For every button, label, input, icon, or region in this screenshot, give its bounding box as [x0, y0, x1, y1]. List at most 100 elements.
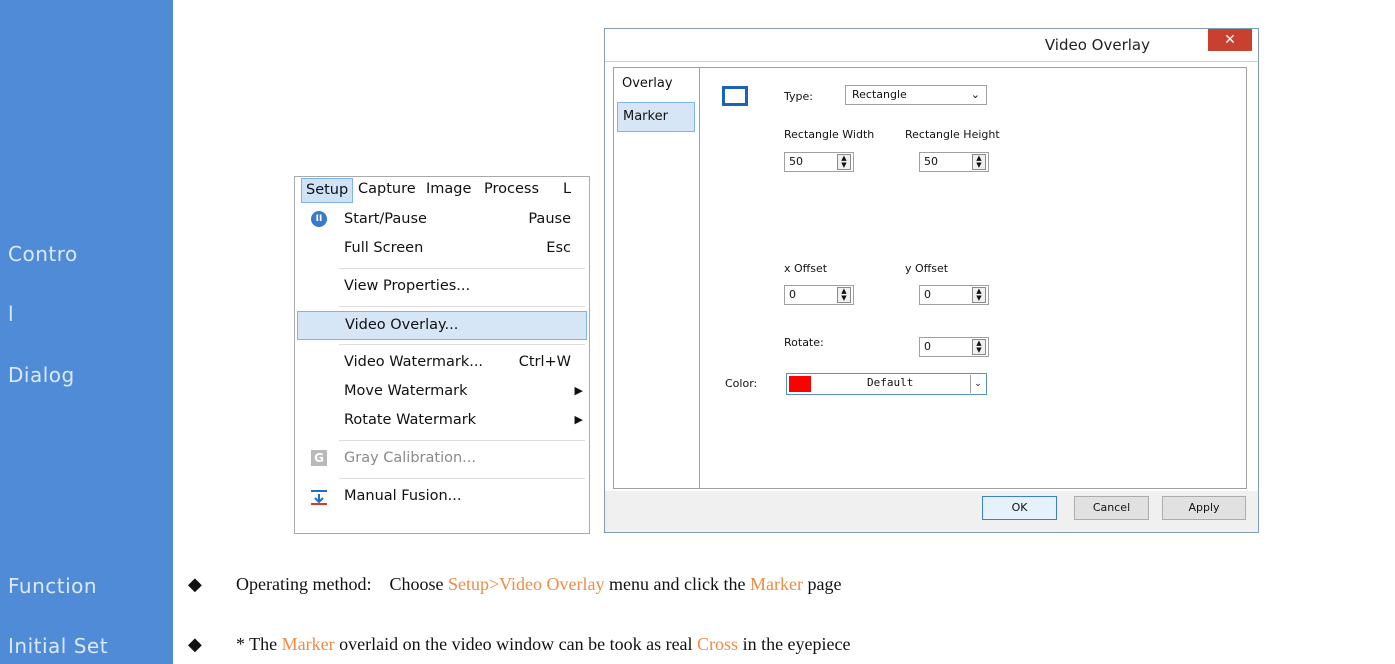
type-select[interactable]: Rectangle ⌄ [845, 85, 987, 105]
rect-height-spinner[interactable]: 50 ▲ ▼ [919, 152, 989, 172]
spinner-arrows-icon[interactable]: ▲ ▼ [837, 154, 851, 170]
menu-item-video-watermark[interactable]: Video Watermark... Ctrl+W [295, 349, 589, 378]
menu-item-label: Full Screen [344, 240, 424, 256]
tab-overlay[interactable]: Overlay [617, 70, 695, 100]
rotate-label: Rotate: [784, 336, 824, 349]
x-offset-value: 0 [789, 288, 796, 301]
y-offset-label: y Offset [905, 262, 949, 275]
tab-marker[interactable]: Marker [617, 102, 695, 132]
marker-panel: Type: Rectangle ⌄ Rectangle Width Rectan… [699, 67, 1247, 489]
setup-menu: Setup Capture Image Process L II Start/P… [294, 176, 590, 534]
menu-item-label: View Properties... [344, 278, 471, 294]
y-offset-spinner[interactable]: 0 ▲ ▼ [919, 285, 989, 305]
menu-process[interactable]: Process [484, 181, 539, 197]
menu-item-label: Manual Fusion... [344, 488, 462, 504]
rect-width-value: 50 [789, 155, 803, 168]
submenu-arrow-icon: ▶ [574, 384, 583, 397]
bullet-text-part: * The [236, 634, 282, 654]
type-value: Rectangle [852, 88, 907, 101]
rect-width-spinner[interactable]: 50 ▲ ▼ [784, 152, 854, 172]
menu-l[interactable]: L [563, 181, 571, 197]
rotate-value: 0 [924, 340, 931, 353]
submenu-arrow-icon: ▶ [574, 413, 583, 426]
cancel-button[interactable]: Cancel [1074, 496, 1149, 520]
dialog-titlebar: Video Overlay ✕ [605, 29, 1258, 62]
sidebar-label-control-1: Contro [8, 242, 78, 266]
y-offset-value: 0 [924, 288, 931, 301]
rotate-spinner[interactable]: 0 ▲ ▼ [919, 337, 989, 357]
menu-item-shortcut: Pause [528, 211, 571, 227]
menu-item-full-screen[interactable]: Full Screen Esc [295, 235, 589, 264]
menu-item-move-watermark[interactable]: Move Watermark ▶ [295, 378, 589, 407]
color-select[interactable]: Default ⌄ [786, 373, 987, 395]
close-button[interactable]: ✕ [1208, 29, 1252, 51]
video-overlay-dialog: Video Overlay ✕ Overlay Marker Type: Rec… [604, 28, 1259, 533]
menu-item-label: Start/Pause [344, 211, 427, 227]
bullet-text-highlight: Setup>Video Overlay [447, 574, 605, 594]
bullet-text: Operating method: Choose Setup>Video Ove… [236, 574, 841, 595]
dialog-title: Video Overlay [1044, 36, 1150, 54]
menu-separator [339, 440, 585, 441]
rect-height-label: Rectangle Height [905, 128, 1000, 141]
menu-image[interactable]: Image [426, 181, 471, 197]
diamond-bullet-icon: ◆ [188, 634, 202, 654]
menu-bar: Setup Capture Image Process L [295, 177, 591, 204]
rect-width-label: Rectangle Width [784, 128, 875, 141]
color-swatch [789, 376, 811, 392]
bullet-text-highlight: Cross [697, 634, 739, 654]
menu-item-shortcut: Ctrl+W [518, 354, 571, 370]
sidebar-label-initial-set: Initial Set [8, 634, 109, 658]
gray-calibration-icon: G [311, 450, 327, 466]
chevron-down-icon[interactable]: ⌄ [970, 375, 985, 393]
menu-item-shortcut: Esc [546, 240, 571, 256]
color-value: Default [867, 376, 914, 389]
bullet-text-part: overlaid on the video window can be took… [334, 634, 698, 654]
manual-fusion-icon [311, 490, 327, 505]
rect-height-value: 50 [924, 155, 938, 168]
menu-item-view-properties[interactable]: View Properties... [295, 273, 589, 302]
bullet-text-part: page [802, 574, 842, 594]
x-offset-label: x Offset [784, 262, 828, 275]
bullet-text-part: menu and click the [604, 574, 750, 594]
menu-item-label: Rotate Watermark [344, 412, 477, 428]
menu-item-rotate-watermark[interactable]: Rotate Watermark ▶ [295, 407, 589, 436]
sidebar-label-function: Function [8, 574, 98, 598]
tab-list: Overlay Marker [613, 67, 700, 489]
sidebar-label-control-2: l [8, 302, 15, 326]
bullet-text-part: Operating method: Choose [236, 574, 448, 594]
pause-icon: II [311, 211, 327, 227]
menu-item-label: Gray Calibration... [344, 450, 476, 466]
x-offset-spinner[interactable]: 0 ▲ ▼ [784, 285, 854, 305]
bullet-text-highlight: Marker [281, 634, 335, 654]
spinner-arrows-icon[interactable]: ▲ ▼ [972, 154, 986, 170]
menu-capture[interactable]: Capture [358, 181, 416, 197]
menu-separator [339, 478, 585, 479]
sidebar-label-dialog: Dialog [8, 363, 75, 387]
menu-separator [339, 268, 585, 269]
menu-item-manual-fusion[interactable]: Manual Fusion... [295, 483, 589, 512]
menu-list: II Start/Pause Pause Full Screen Esc Vie… [295, 206, 589, 512]
ok-button[interactable]: OK [982, 496, 1057, 520]
chevron-down-icon: ⌄ [970, 88, 980, 101]
dialog-footer: OK Cancel Apply [605, 491, 1258, 532]
spinner-arrows-icon[interactable]: ▲ ▼ [837, 287, 851, 303]
menu-separator [339, 344, 585, 345]
menu-separator [339, 306, 585, 307]
bullet-text: * The Marker overlaid on the video windo… [236, 634, 851, 655]
menu-item-label: Video Overlay... [345, 317, 459, 333]
diamond-bullet-icon: ◆ [188, 574, 202, 594]
bullet-text-part: in the eyepiece [738, 634, 851, 654]
menu-item-label: Move Watermark [344, 383, 468, 399]
menu-item-video-overlay[interactable]: Video Overlay... [297, 311, 587, 340]
spinner-arrows-icon[interactable]: ▲ ▼ [972, 339, 986, 355]
bullet-text-highlight: Marker [749, 574, 803, 594]
menu-item-start-pause[interactable]: II Start/Pause Pause [295, 206, 589, 235]
rectangle-shape-icon [722, 86, 748, 106]
menu-item-gray-calibration: G Gray Calibration... [295, 445, 589, 474]
apply-button[interactable]: Apply [1162, 496, 1246, 520]
type-label: Type: [784, 90, 813, 103]
menu-item-label: Video Watermark... [344, 354, 484, 370]
sidebar: Contro l Dialog Function Initial Set [0, 0, 173, 664]
menu-setup[interactable]: Setup [301, 178, 354, 203]
spinner-arrows-icon[interactable]: ▲ ▼ [972, 287, 986, 303]
